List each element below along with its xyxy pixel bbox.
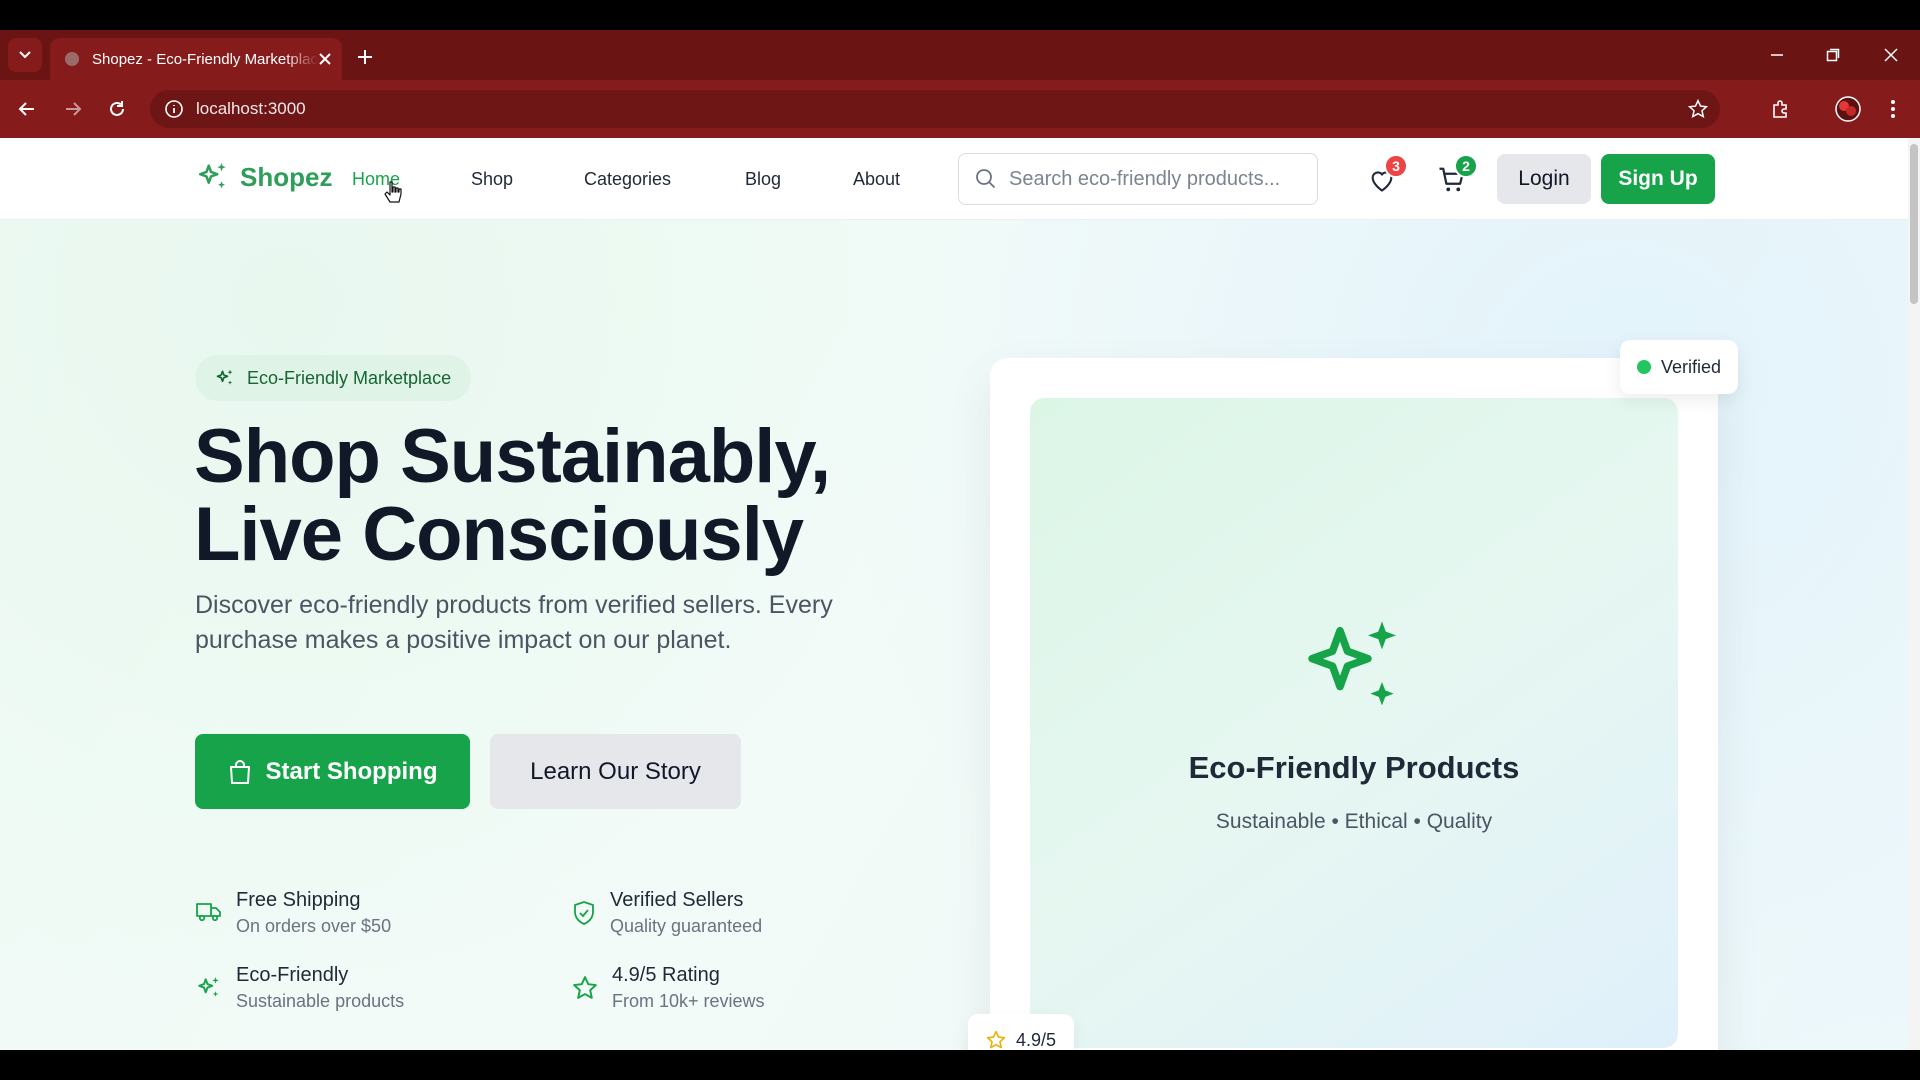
scrollbar-thumb[interactable] [1910, 144, 1918, 304]
pill-label: Eco-Friendly Marketplace [247, 367, 452, 388]
feature-subtitle: Quality guaranteed [610, 916, 763, 936]
globe-icon [65, 52, 79, 66]
tab-title: Shopez - Eco-Friendly Marketplace [92, 50, 318, 68]
headline-line-2: Live Consciously [194, 492, 804, 577]
plus-icon [358, 50, 372, 64]
restore-icon [1826, 48, 1840, 62]
forward-button[interactable] [56, 92, 90, 126]
sparkles-icon [198, 162, 226, 189]
shopping-bag-icon [229, 759, 250, 784]
rating-chip: 4.9/5 [968, 1014, 1074, 1050]
browser-tab-strip: Shopez - Eco-Friendly Marketplace [0, 30, 1920, 80]
hero-headline: Shop Sustainably, Live Consciously [194, 414, 831, 577]
showcase-subtitle: Sustainable • Ethical • Quality [1215, 810, 1493, 833]
feature-verified-sellers: Verified Sellers Quality guaranteed [572, 888, 762, 937]
verified-label: Verified [1660, 356, 1722, 377]
login-button[interactable]: Login [1497, 154, 1591, 204]
feature-free-shipping: Free Shipping On orders over $50 [196, 888, 391, 937]
headline-line-1: Shop Sustainably, [194, 414, 831, 499]
status-dot [1636, 360, 1651, 374]
address-bar[interactable]: localhost:3000 [150, 90, 1720, 128]
web-page: Shopez Home Shop Categories Blog About 3… [0, 138, 1920, 1050]
back-button[interactable] [10, 92, 44, 126]
feature-subtitle: On orders over $50 [236, 916, 392, 936]
screen: Shopez - Eco-Friendly Marketplace localh… [0, 0, 1920, 1080]
showcase-panel: Eco-Friendly Products Sustainable • Ethi… [1030, 398, 1678, 1048]
verified-badge: Verified [1620, 340, 1738, 394]
arrow-left-icon [18, 102, 34, 116]
sparkles-icon [198, 977, 219, 997]
minimize-icon [1771, 54, 1783, 56]
cart-button[interactable]: 2 [1432, 154, 1478, 200]
new-tab-button[interactable] [350, 42, 380, 72]
restore-button[interactable] [1816, 40, 1850, 70]
star-icon [986, 1030, 1006, 1049]
chevron-down-icon [19, 51, 31, 59]
info-icon [165, 100, 183, 118]
site-header: Shopez Home Shop Categories Blog About 3… [0, 138, 1908, 220]
nav-link-shop[interactable]: Shop [471, 169, 513, 190]
url-text: localhost:3000 [196, 99, 306, 118]
feature-title: Eco-Friendly [236, 964, 349, 986]
eco-marketplace-pill: Eco-Friendly Marketplace [195, 355, 472, 401]
search-box[interactable] [958, 153, 1318, 205]
browser-tab-active[interactable]: Shopez - Eco-Friendly Marketplace [50, 38, 342, 80]
nav-link-blog[interactable]: Blog [745, 169, 781, 190]
screen-bottom-bar [0, 1050, 1920, 1080]
search-input[interactable] [1009, 167, 1309, 191]
star-icon [573, 976, 597, 999]
arrow-right-icon [66, 102, 82, 116]
tab-search-button[interactable] [8, 38, 42, 72]
feature-title: Free Shipping [236, 889, 361, 911]
hero-section: Eco-Friendly Marketplace Shop Sustainabl… [0, 220, 1908, 1050]
feature-subtitle: Sustainable products [236, 991, 405, 1011]
sparkles-icon [216, 369, 233, 385]
wishlist-count-badge: 3 [1384, 154, 1408, 178]
avatar-icon [1835, 96, 1861, 122]
nav-link-categories[interactable]: Categories [584, 169, 671, 190]
brand-name: Shopez [240, 161, 333, 192]
browser-menu-button[interactable] [1876, 92, 1910, 126]
bookmark-star-icon[interactable] [1688, 99, 1708, 119]
feature-title: 4.9/5 Rating [612, 964, 720, 986]
shield-check-icon [574, 901, 594, 925]
nav-link-about[interactable]: About [853, 169, 900, 190]
page-scrollbar[interactable] [1908, 138, 1920, 1050]
reload-button[interactable] [100, 92, 134, 126]
sparkles-icon [1308, 621, 1396, 706]
cart-count-badge: 2 [1454, 154, 1478, 178]
close-icon [1884, 48, 1898, 62]
puzzle-icon [1773, 100, 1787, 118]
extensions-button[interactable] [1764, 92, 1798, 126]
feature-subtitle: From 10k+ reviews [612, 991, 765, 1011]
learn-our-story-button[interactable]: Learn Our Story [490, 734, 741, 809]
close-window-button[interactable] [1874, 40, 1908, 70]
kebab-menu-icon [1891, 100, 1895, 118]
search-icon [976, 169, 996, 189]
profile-avatar[interactable] [1832, 93, 1864, 125]
start-shopping-label: Start Shopping [265, 757, 438, 785]
browser-toolbar: localhost:3000 [0, 80, 1920, 138]
start-shopping-button[interactable]: Start Shopping [195, 734, 470, 809]
wishlist-button[interactable]: 3 [1362, 154, 1408, 200]
mouse-cursor-icon [384, 181, 402, 203]
site-logo[interactable]: Shopez [196, 160, 332, 194]
rating-value: 4.9/5 [1015, 1029, 1057, 1050]
signup-button[interactable]: Sign Up [1601, 154, 1715, 204]
minimize-button[interactable] [1760, 40, 1794, 70]
product-showcase-card: Eco-Friendly Products Sustainable • Ethi… [990, 358, 1718, 1050]
feature-rating: 4.9/5 Rating From 10k+ reviews [572, 963, 765, 1012]
showcase-title: Eco-Friendly Products [1188, 750, 1520, 785]
hero-subtitle: Discover eco-friendly products from veri… [195, 591, 833, 654]
truck-icon [196, 903, 221, 922]
reload-icon [110, 101, 124, 116]
feature-title: Verified Sellers [610, 889, 744, 911]
close-icon[interactable] [318, 52, 332, 66]
feature-eco-friendly: Eco-Friendly Sustainable products [196, 963, 404, 1012]
